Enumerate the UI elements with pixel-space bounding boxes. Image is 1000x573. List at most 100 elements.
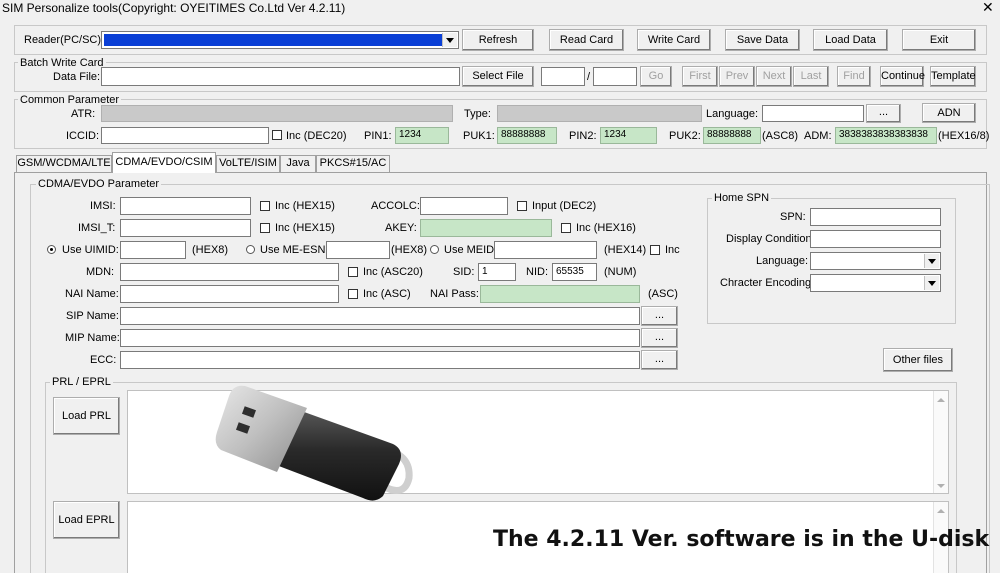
tab-java[interactable]: Java — [280, 155, 316, 172]
accolc-input-checkbox[interactable] — [517, 201, 527, 211]
iccid-inc-checkbox[interactable] — [272, 130, 282, 140]
accolc-input[interactable] — [420, 197, 508, 215]
next-button[interactable]: Next — [756, 66, 792, 87]
spn-language-label: Language: — [756, 255, 808, 267]
tab-volte-isim[interactable]: VoLTE/ISIM — [216, 155, 280, 172]
pin1-input[interactable]: 1234 — [395, 127, 449, 144]
display-condition-input[interactable] — [810, 230, 941, 248]
chevron-down-icon[interactable] — [924, 276, 939, 290]
language-input[interactable] — [762, 105, 864, 122]
accolc-input-label: Input (DEC2) — [532, 200, 597, 212]
save-data-button[interactable]: Save Data — [725, 29, 800, 51]
read-card-button[interactable]: Read Card — [549, 29, 624, 51]
first-button[interactable]: First — [682, 66, 718, 87]
puk2-label: PUK2: — [669, 130, 701, 142]
uimid-input[interactable] — [120, 241, 186, 259]
iccid-input[interactable] — [101, 127, 269, 144]
puk2-format: (ASC8) — [762, 130, 799, 142]
tab-pkcs15-ac[interactable]: PKCS#15/AC — [316, 155, 390, 172]
puk1-input[interactable]: 88888888 — [497, 127, 557, 144]
load-prl-button[interactable]: Load PRL — [53, 397, 120, 435]
scroll-up-icon[interactable] — [937, 398, 945, 402]
sip-name-input[interactable] — [120, 307, 640, 325]
load-data-button[interactable]: Load Data — [813, 29, 888, 51]
nai-name-input[interactable] — [120, 285, 339, 303]
adm-format: (HEX16/8) — [938, 130, 990, 142]
use-me-esn-label: Use ME-ESN: — [260, 244, 329, 256]
imsi-t-label: IMSI_T: — [78, 222, 116, 234]
imsi-input[interactable] — [120, 197, 251, 215]
chevron-down-icon[interactable] — [924, 254, 939, 268]
batch-start-input[interactable] — [541, 67, 585, 86]
ecc-browse-button[interactable]: ... — [641, 350, 678, 370]
puk2-input[interactable]: 88888888 — [703, 127, 761, 144]
promo-caption: The 4.2.11 Ver. software is in the U-dis… — [493, 527, 990, 552]
language-browse-button[interactable]: ... — [866, 104, 901, 123]
scroll-up-icon[interactable] — [937, 509, 945, 513]
mip-browse-button[interactable]: ... — [641, 328, 678, 348]
go-button[interactable]: Go — [640, 66, 672, 87]
use-me-esn-radio[interactable] — [246, 245, 255, 254]
nai-name-inc-checkbox[interactable] — [348, 289, 358, 299]
continue-button[interactable]: Continue — [880, 66, 925, 87]
nai-pass-format: (ASC) — [648, 288, 678, 300]
use-meid-radio[interactable] — [430, 245, 439, 254]
spn-input[interactable] — [810, 208, 941, 226]
chevron-down-icon[interactable] — [442, 33, 457, 47]
mdn-inc-checkbox[interactable] — [348, 267, 358, 277]
batch-end-input[interactable] — [593, 67, 637, 86]
pin2-input[interactable]: 1234 — [600, 127, 657, 144]
scroll-down-icon[interactable] — [937, 484, 945, 488]
tab-gsm-wcdma-lte[interactable]: GSM/WCDMA/LTE — [16, 155, 112, 172]
data-file-input[interactable] — [101, 67, 460, 86]
sip-browse-button[interactable]: ... — [641, 306, 678, 326]
akey-label: AKEY: — [385, 222, 417, 234]
akey-input[interactable] — [420, 219, 552, 237]
nai-name-inc-label: Inc (ASC) — [363, 288, 411, 300]
find-button[interactable]: Find — [837, 66, 871, 87]
me-esn-input[interactable] — [326, 241, 390, 259]
template-button[interactable]: Template — [930, 66, 976, 87]
akey-inc-checkbox[interactable] — [561, 223, 571, 233]
type-field — [497, 105, 702, 122]
write-card-button[interactable]: Write Card — [637, 29, 711, 51]
imsi-t-input[interactable] — [120, 219, 251, 237]
mip-name-input[interactable] — [120, 329, 640, 347]
akey-inc-label: Inc (HEX16) — [576, 222, 636, 234]
pin1-label: PIN1: — [364, 130, 392, 142]
prl-title: PRL / EPRL — [50, 376, 113, 388]
meid-inc-checkbox[interactable] — [650, 245, 660, 255]
use-uimid-radio[interactable] — [47, 245, 56, 254]
ecc-input[interactable] — [120, 351, 640, 369]
character-encoding-select[interactable] — [810, 274, 941, 292]
prl-scrollbar[interactable] — [933, 391, 948, 493]
adn-button[interactable]: ADN — [922, 103, 976, 123]
refresh-button[interactable]: Refresh — [462, 29, 534, 51]
language-label: Language: — [706, 108, 758, 120]
close-icon[interactable]: ✕ — [982, 0, 994, 14]
atr-label: ATR: — [71, 108, 96, 120]
spn-language-select[interactable] — [810, 252, 941, 270]
imsi-t-inc-label: Inc (HEX15) — [275, 222, 335, 234]
window-title: SIM Personalize tools(Copyright: OYEITIM… — [2, 1, 346, 15]
mdn-input[interactable] — [120, 263, 339, 281]
imsi-t-inc-checkbox[interactable] — [260, 223, 270, 233]
imsi-inc-checkbox[interactable] — [260, 201, 270, 211]
tab-cdma-evdo-csim[interactable]: CDMA/EVDO/CSIM — [112, 152, 216, 173]
reader-select[interactable] — [101, 31, 459, 49]
meid-input[interactable] — [494, 241, 597, 259]
type-label: Type: — [464, 108, 491, 120]
select-file-button[interactable]: Select File — [462, 66, 534, 87]
exit-button[interactable]: Exit — [902, 29, 976, 51]
nai-pass-input[interactable] — [480, 285, 640, 303]
atr-field — [101, 105, 453, 122]
prev-button[interactable]: Prev — [719, 66, 755, 87]
other-files-button[interactable]: Other files — [883, 348, 953, 372]
home-spn-title: Home SPN — [712, 192, 772, 204]
sip-name-label: SIP Name: — [66, 310, 119, 322]
sid-input[interactable]: 1 — [478, 263, 516, 281]
adm-input[interactable]: 3838383838383838 — [835, 127, 937, 144]
nid-input[interactable]: 65535 — [552, 263, 597, 281]
last-button[interactable]: Last — [793, 66, 829, 87]
load-eprl-button[interactable]: Load EPRL — [53, 501, 120, 539]
